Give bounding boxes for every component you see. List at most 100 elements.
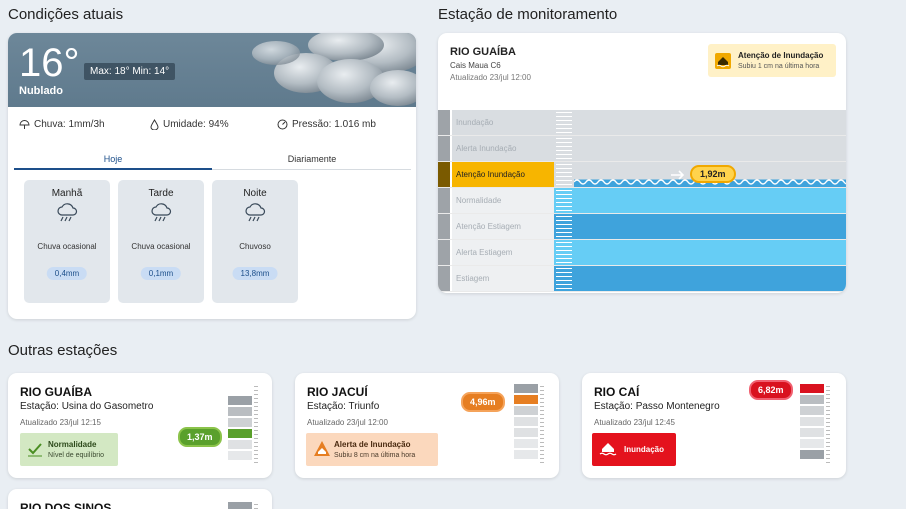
pressure-value: Pressão: 1.016 mb — [292, 119, 376, 130]
level-ticks — [554, 110, 574, 135]
station-level-badge: 6,82m — [749, 380, 793, 400]
level-label: Normalidade — [452, 188, 554, 213]
level-strip — [438, 240, 450, 265]
station-card-cai[interactable]: RIO CAÍ Estação: Passo Montenegro Atuali… — [582, 373, 846, 478]
monitor-updated: Atualizado 23/jul 12:00 — [450, 73, 531, 82]
level-fill — [574, 188, 846, 213]
period-rain: 13,8mm — [232, 267, 278, 280]
level-scale: Inundação Alerta Inundação Atenção Inundaç… — [438, 110, 846, 293]
arrow-right-icon — [671, 170, 685, 180]
station-gauge — [228, 502, 260, 509]
condition-label: Nublado — [19, 85, 63, 97]
station-updated: Atualizado 23/jul 12:15 — [20, 418, 101, 427]
monitor-alert-sub: Subiu 1 cm na última hora — [738, 63, 820, 70]
station-river: RIO DOS SINOS — [20, 501, 112, 509]
max-min-temp: Max: 18° Min: 14° — [84, 63, 176, 80]
station-river: RIO CAÍ — [594, 385, 640, 399]
monitor-station: Cais Maua C6 — [450, 61, 501, 70]
station-card-guaiba[interactable]: RIO GUAÍBA Estação: Usina do Gasometro A… — [8, 373, 272, 478]
tab-diariamente[interactable]: Diariamente — [213, 154, 411, 164]
period-name: Noite — [243, 188, 267, 199]
level-fill — [574, 240, 846, 265]
level-ticks — [554, 240, 574, 265]
station-level-badge: 1,37m — [178, 427, 222, 447]
period-desc: Chuvoso — [239, 242, 271, 251]
station-status: Inundação — [592, 433, 676, 466]
period-rain: 0,1mm — [140, 267, 182, 280]
temperature: 16° — [19, 41, 80, 85]
monitor-alert-title: Atenção de Inundação — [738, 51, 824, 60]
check-icon — [28, 443, 42, 457]
level-label: Atenção Inundação — [452, 162, 554, 187]
monitoring-station-title: Estação de monitoramento — [438, 6, 618, 23]
level-row: Estiagem — [438, 266, 846, 292]
monitor-river: RIO GUAÍBA — [450, 46, 516, 58]
monitor-alert-badge: Atenção de Inundação Subiu 1 cm na últim… — [708, 44, 836, 77]
level-row: Inundação — [438, 110, 846, 136]
other-stations-title: Outras estações — [8, 342, 118, 359]
level-ticks — [554, 266, 574, 291]
station-status-title: Normalidade — [48, 440, 97, 449]
level-strip — [438, 188, 450, 213]
level-strip — [438, 136, 450, 161]
current-conditions-title: Condições atuais — [8, 6, 124, 23]
level-fill — [574, 214, 846, 239]
level-strip — [438, 162, 450, 187]
period-desc: Chuva ocasional — [131, 242, 191, 251]
level-row: Atenção Estiagem — [438, 214, 846, 240]
station-status: Alerta de Inundação Subiu 8 cm na última… — [306, 433, 438, 466]
monitor-level-badge: 1,92m — [690, 165, 736, 183]
level-strip — [438, 110, 450, 135]
flood-warning-icon — [314, 441, 330, 456]
tab-hoje[interactable]: Hoje — [14, 154, 212, 170]
level-row: Alerta Inundação — [438, 136, 846, 162]
station-updated: Atualizado 23/jul 12:00 — [307, 418, 388, 427]
station-card-sinos[interactable]: RIO DOS SINOS — [8, 489, 272, 509]
level-ticks — [554, 162, 574, 187]
level-label: Alerta Estiagem — [452, 240, 554, 265]
level-strip — [438, 266, 450, 291]
weather-header: 16° Max: 18° Min: 14° Nublado — [8, 33, 416, 107]
station-status-title: Inundação — [624, 445, 665, 454]
station-river: RIO JACUÍ — [307, 385, 368, 399]
period-desc: Chuva ocasional — [37, 242, 97, 251]
drop-icon — [150, 119, 159, 130]
station-status-sub: Subiu 8 cm na última hora — [334, 452, 416, 459]
station-status-sub: Nível de equilíbrio — [48, 452, 105, 459]
level-fill — [574, 136, 846, 161]
level-row: Alerta Estiagem — [438, 240, 846, 266]
monitoring-station-card: RIO GUAÍBA Cais Maua C6 Atualizado 23/ju… — [438, 33, 846, 293]
period-name: Manhã — [51, 188, 83, 199]
humidity-value: Umidade: 94% — [163, 119, 229, 130]
level-row: Normalidade — [438, 188, 846, 214]
clouds-image — [252, 33, 416, 106]
station-name: Estação: Triunfo — [307, 401, 380, 412]
period-rain: 0,4mm — [46, 267, 88, 280]
rain-cloud-icon — [57, 203, 78, 222]
station-name: Estação: Usina do Gasometro — [20, 401, 154, 412]
station-card-jacui[interactable]: RIO JACUÍ Estação: Triunfo Atualizado 23… — [295, 373, 559, 478]
level-ticks — [554, 214, 574, 239]
period-card-night: Noite Chuvoso 13,8mm — [212, 180, 298, 303]
station-updated: Atualizado 23/jul 12:45 — [594, 418, 675, 427]
level-label: Atenção Estiagem — [452, 214, 554, 239]
period-card-morning: Manhã Chuva ocasional 0,4mm — [24, 180, 110, 303]
level-label: Inundação — [452, 110, 554, 135]
forecast-tabs: Hoje Diariamente — [14, 151, 411, 170]
level-label: Estiagem — [452, 266, 554, 291]
humidity-stat: Umidade: 94% — [150, 119, 229, 130]
rain-cloud-icon — [245, 203, 266, 222]
level-fill — [574, 110, 846, 135]
rain-cloud-icon — [151, 203, 172, 222]
gauge-icon — [277, 119, 288, 130]
level-strip — [438, 214, 450, 239]
station-gauge — [800, 384, 832, 466]
level-label: Alerta Inundação — [452, 136, 554, 161]
station-river: RIO GUAÍBA — [20, 385, 92, 399]
level-fill — [574, 266, 846, 291]
pressure-stat: Pressão: 1.016 mb — [277, 119, 376, 130]
station-status: Normalidade Nível de equilíbrio — [20, 433, 118, 466]
period-name: Tarde — [148, 188, 174, 199]
station-gauge — [514, 384, 546, 466]
level-ticks — [554, 188, 574, 213]
